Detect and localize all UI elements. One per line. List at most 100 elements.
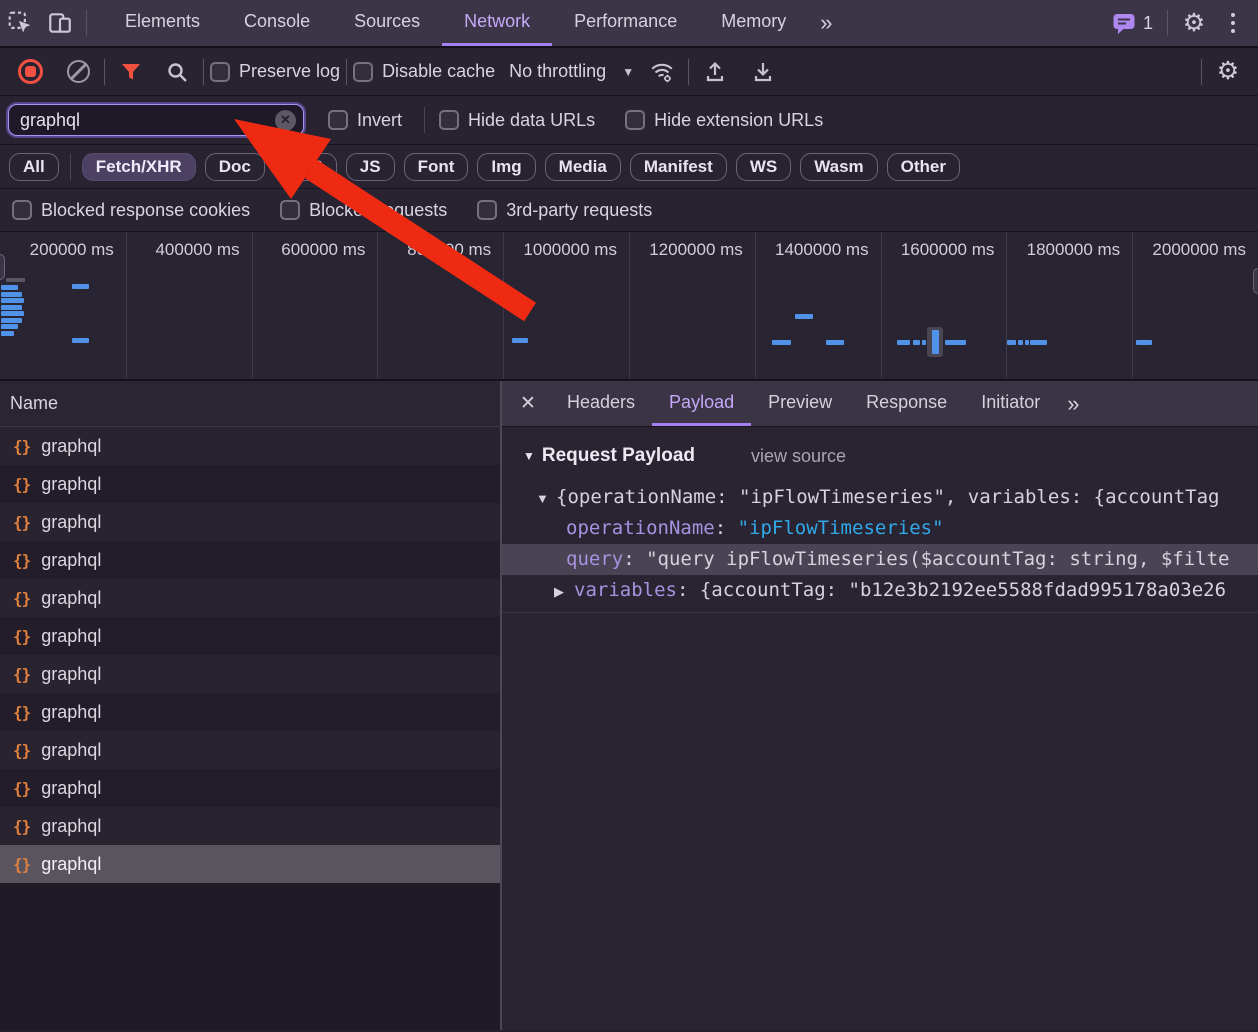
hide-extension-urls-checkbox[interactable] xyxy=(625,110,645,130)
3rd-party-requests-checkbox-group[interactable]: 3rd-party requests xyxy=(477,200,652,221)
search-icon[interactable] xyxy=(157,48,197,95)
request-timeline-bar xyxy=(1030,340,1047,345)
chip-manifest[interactable]: Manifest xyxy=(630,153,727,181)
3rd-party-requests-checkbox[interactable] xyxy=(477,200,497,220)
blocked-requests-checkbox-group[interactable]: Blocked requests xyxy=(280,200,447,221)
devtools-top-bar: ElementsConsoleSourcesNetworkPerformance… xyxy=(0,0,1258,48)
detail-tabs: HeadersPayloadPreviewResponseInitiator xyxy=(550,381,1057,426)
top-bar-divider xyxy=(1167,10,1168,36)
blocked-requests-checkbox[interactable] xyxy=(280,200,300,220)
invert-checkbox-group[interactable]: Invert xyxy=(328,110,402,131)
preserve-log-checkbox-group[interactable]: Preserve log xyxy=(210,61,340,82)
tree-toggle-icon[interactable]: ▼ xyxy=(536,483,556,513)
chips-divider xyxy=(70,154,71,180)
chip-js[interactable]: JS xyxy=(346,153,395,181)
throttling-select[interactable]: No throttling ▼ xyxy=(509,61,634,82)
invert-checkbox[interactable] xyxy=(328,110,348,130)
request-payload-section[interactable]: ▼ Request Payload view source xyxy=(502,440,1258,472)
tab-performance[interactable]: Performance xyxy=(552,0,699,46)
record-network-log-button[interactable] xyxy=(10,48,50,95)
network-conditions-icon[interactable] xyxy=(642,48,682,95)
fetch-xhr-icon: {} xyxy=(13,627,30,646)
blocked-response-cookies-checkbox[interactable] xyxy=(12,200,32,220)
chip-wasm[interactable]: Wasm xyxy=(800,153,877,181)
console-messages-button[interactable]: 1 xyxy=(1104,11,1161,35)
filter-input[interactable]: graphql ✕ xyxy=(8,104,304,136)
payload-line[interactable]: ▶variables: {accountTag: "b12e3b2192ee55… xyxy=(502,575,1258,606)
table-row[interactable]: {}graphql xyxy=(0,845,500,883)
clear-filter-icon[interactable]: ✕ xyxy=(275,110,296,131)
table-row[interactable]: {}graphql xyxy=(0,465,500,503)
chip-css[interactable]: CSS xyxy=(274,153,337,181)
chip-all[interactable]: All xyxy=(9,153,59,181)
overview-right-grip[interactable] xyxy=(1253,268,1258,294)
request-name: graphql xyxy=(41,550,101,571)
preserve-log-checkbox[interactable] xyxy=(210,62,230,82)
overview-left-grip[interactable] xyxy=(0,254,5,280)
request-name: graphql xyxy=(41,740,101,761)
disable-cache-checkbox-group[interactable]: Disable cache xyxy=(353,61,495,82)
table-row[interactable]: {}graphql xyxy=(0,427,500,465)
hide-extension-urls-checkbox-group[interactable]: Hide extension URLs xyxy=(625,110,823,131)
chip-media[interactable]: Media xyxy=(545,153,621,181)
table-row[interactable]: {}graphql xyxy=(0,503,500,541)
payload-line[interactable]: ▼{operationName: "ipFlowTimeseries", var… xyxy=(502,482,1258,513)
tab-console[interactable]: Console xyxy=(222,0,332,46)
magnifier-icon-glyph xyxy=(165,60,189,84)
more-tabs-chevron[interactable]: » xyxy=(808,0,841,46)
table-row[interactable]: {}graphql xyxy=(0,579,500,617)
table-row[interactable]: {}graphql xyxy=(0,541,500,579)
request-timeline-bar xyxy=(772,340,791,345)
name-column-header[interactable]: Name xyxy=(0,381,500,427)
table-row[interactable]: {}graphql xyxy=(0,693,500,731)
payload-line[interactable]: operationName: "ipFlowTimeseries" xyxy=(502,513,1258,544)
network-settings-gear-icon[interactable]: ⚙ xyxy=(1208,48,1248,95)
kebab-menu-icon[interactable] xyxy=(1214,0,1252,46)
settings-gear-icon[interactable]: ⚙ xyxy=(1174,0,1214,46)
request-details-panel: ✕ HeadersPayloadPreviewResponseInitiator… xyxy=(502,381,1258,1030)
hide-data-urls-checkbox[interactable] xyxy=(439,110,459,130)
clear-network-log-button[interactable] xyxy=(58,48,98,95)
detail-tab-response[interactable]: Response xyxy=(849,381,964,426)
more-detail-tabs-chevron[interactable]: » xyxy=(1057,381,1086,426)
tab-memory[interactable]: Memory xyxy=(699,0,808,46)
detail-tab-initiator[interactable]: Initiator xyxy=(964,381,1057,426)
hide-data-urls-checkbox-group[interactable]: Hide data URLs xyxy=(439,110,595,131)
import-har-icon[interactable] xyxy=(695,48,735,95)
toolbar-divider xyxy=(203,59,204,85)
device-toolbar-icon[interactable] xyxy=(40,0,80,46)
request-timeline-bar xyxy=(1,305,22,310)
chip-font[interactable]: Font xyxy=(404,153,469,181)
chip-doc[interactable]: Doc xyxy=(205,153,265,181)
export-har-icon[interactable] xyxy=(743,48,783,95)
inspect-element-icon[interactable] xyxy=(0,0,40,46)
chip-ws[interactable]: WS xyxy=(736,153,791,181)
tab-sources[interactable]: Sources xyxy=(332,0,442,46)
table-row[interactable]: {}graphql xyxy=(0,731,500,769)
network-overview-timeline[interactable]: 200000 ms400000 ms600000 ms800000 ms1000… xyxy=(0,232,1258,381)
close-details-icon[interactable]: ✕ xyxy=(506,381,550,426)
chip-fetch-xhr[interactable]: Fetch/XHR xyxy=(82,153,196,181)
fetch-xhr-icon: {} xyxy=(13,589,30,608)
table-row[interactable]: {}graphql xyxy=(0,655,500,693)
table-row[interactable]: {}graphql xyxy=(0,617,500,655)
chip-img[interactable]: Img xyxy=(477,153,535,181)
blocked-response-cookies-checkbox-group[interactable]: Blocked response cookies xyxy=(12,200,250,221)
table-row[interactable]: {}graphql xyxy=(0,807,500,845)
payload-line[interactable]: query: "query ipFlowTimeseries($accountT… xyxy=(502,544,1258,575)
detail-tab-headers[interactable]: Headers xyxy=(550,381,652,426)
detail-tab-preview[interactable]: Preview xyxy=(751,381,849,426)
wifi-gear-icon-glyph xyxy=(649,59,675,85)
request-timeline-bar xyxy=(913,340,920,345)
chip-other[interactable]: Other xyxy=(887,153,960,181)
fetch-xhr-icon: {} xyxy=(13,513,30,532)
tab-network[interactable]: Network xyxy=(442,0,552,46)
filter-icon[interactable] xyxy=(111,48,151,95)
view-source-link[interactable]: view source xyxy=(751,446,846,467)
fetch-xhr-icon: {} xyxy=(13,703,30,722)
table-row[interactable]: {}graphql xyxy=(0,769,500,807)
disable-cache-checkbox[interactable] xyxy=(353,62,373,82)
tree-toggle-icon[interactable]: ▶ xyxy=(554,576,574,606)
detail-tab-payload[interactable]: Payload xyxy=(652,381,751,426)
tab-elements[interactable]: Elements xyxy=(103,0,222,46)
